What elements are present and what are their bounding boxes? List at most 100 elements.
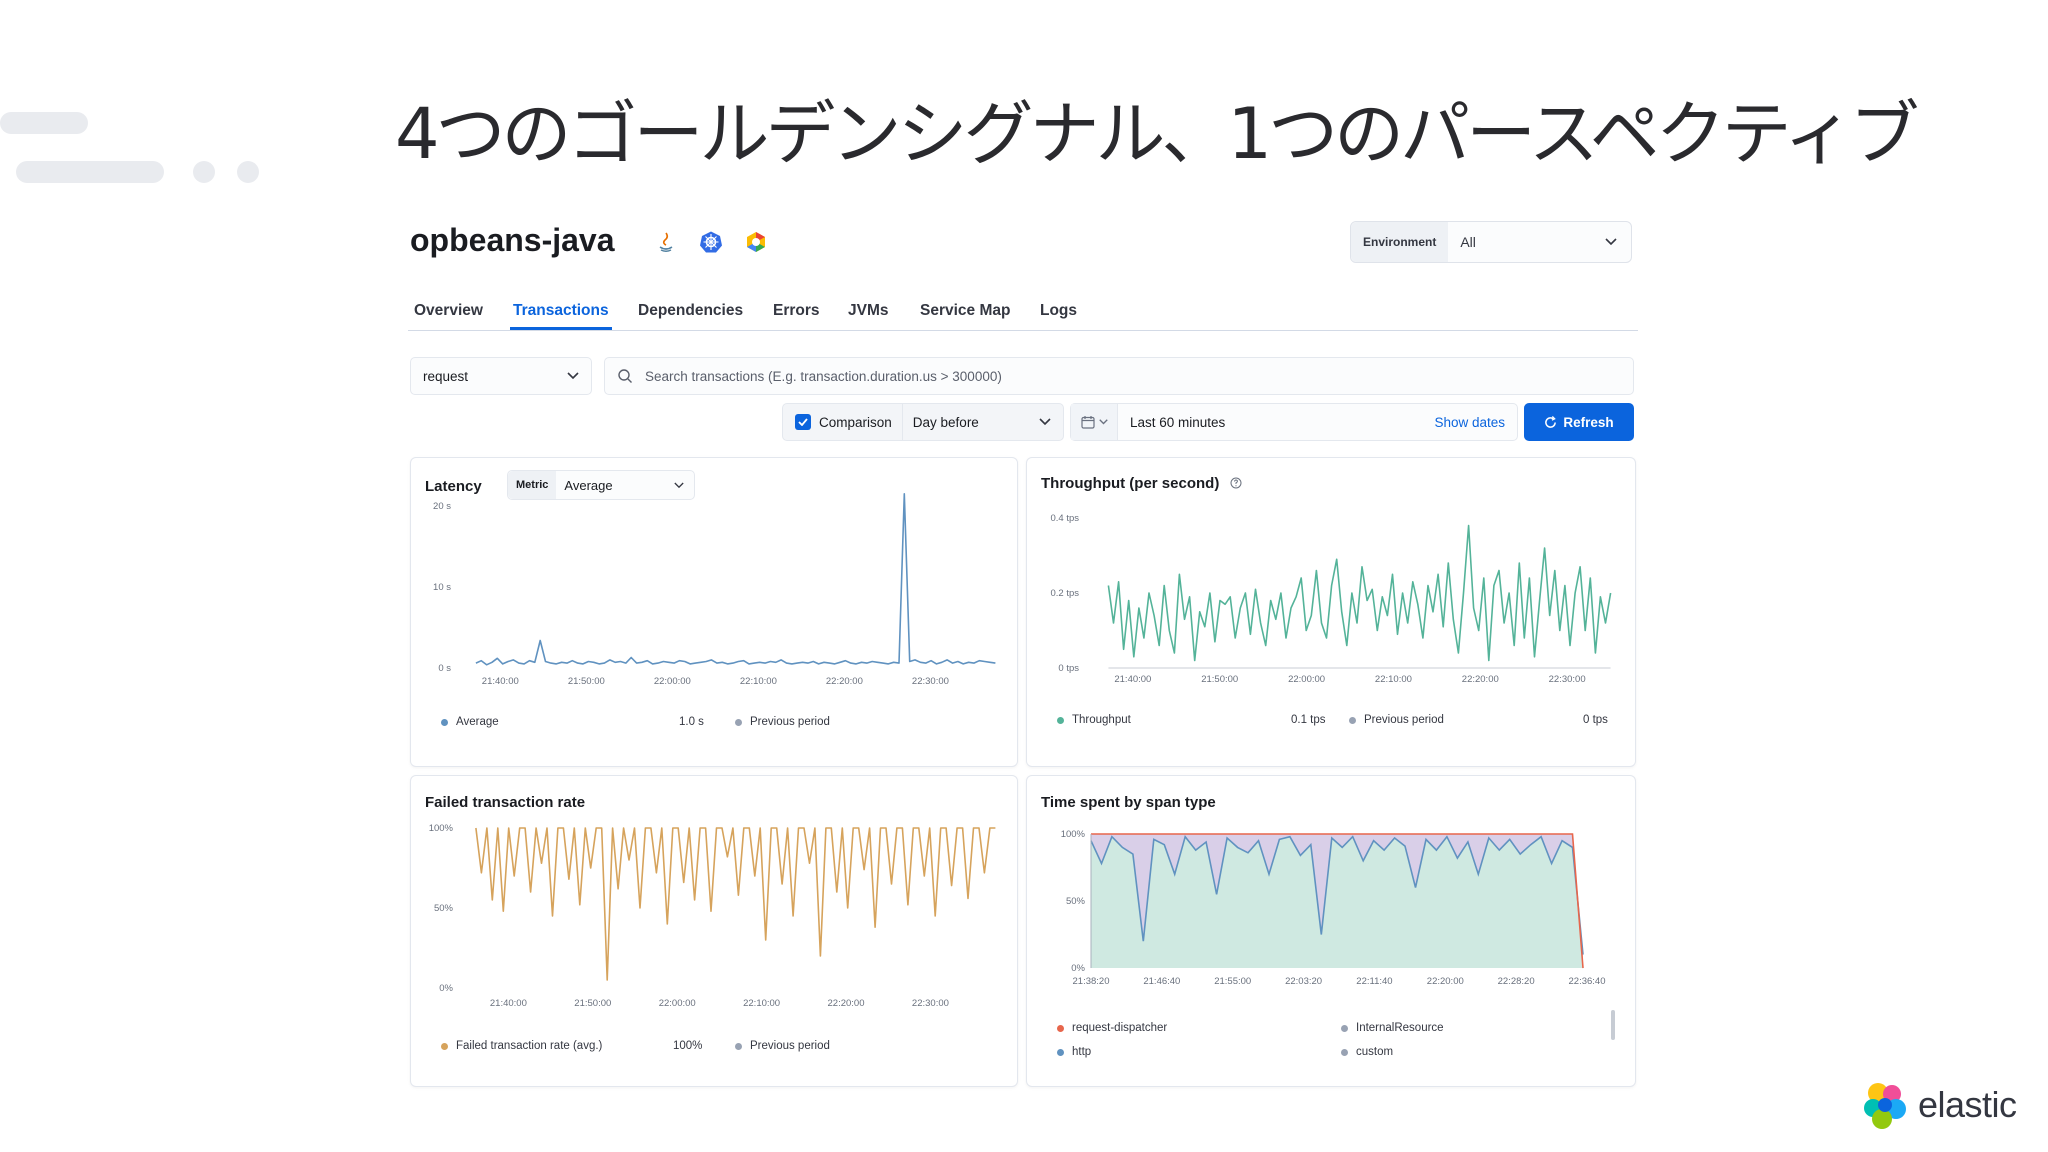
gcp-icon bbox=[747, 232, 765, 252]
tab-dependencies[interactable]: Dependencies bbox=[638, 302, 743, 320]
y-tick-label: 100% bbox=[429, 823, 454, 834]
chevron-down-icon bbox=[1098, 419, 1108, 425]
series-line-failed bbox=[475, 827, 996, 981]
legend-label: Previous period bbox=[750, 716, 830, 728]
time-range-text[interactable]: Last 60 minutes bbox=[1130, 415, 1225, 430]
y-tick-label: 0.4 tps bbox=[1050, 513, 1079, 524]
series-line-latency bbox=[475, 492, 996, 666]
check-icon bbox=[798, 418, 808, 426]
tab-overview[interactable]: Overview bbox=[414, 302, 483, 320]
refresh-button[interactable]: Refresh bbox=[1524, 403, 1634, 441]
legend-swatch bbox=[1341, 1048, 1348, 1056]
elastic-logo-text: elastic bbox=[1918, 1084, 2017, 1125]
kubernetes-icon bbox=[700, 231, 722, 253]
legend-scrollbar[interactable] bbox=[1611, 1010, 1615, 1040]
legend-average-value: 1.0 s bbox=[679, 716, 704, 728]
legend-throughput: Throughput bbox=[1057, 714, 1131, 726]
elastic-logo-icon bbox=[1864, 1083, 1906, 1129]
comparison-label: Comparison bbox=[819, 414, 892, 430]
legend-label: custom bbox=[1356, 1046, 1394, 1058]
x-tick-label: 22:20:00 bbox=[828, 998, 865, 1009]
date-picker: Last 60 minutes Show dates bbox=[1070, 403, 1518, 441]
x-tick-label: 22:30:00 bbox=[912, 676, 949, 687]
y-tick-label: 50% bbox=[434, 903, 454, 914]
tab-transactions[interactable]: Transactions bbox=[513, 302, 609, 320]
x-tick-label: 22:36:40 bbox=[1569, 976, 1606, 987]
x-tick-label: 21:50:00 bbox=[1201, 674, 1238, 685]
slide-decoration-dot-1 bbox=[193, 161, 215, 183]
legend-throughput-value: 0.1 tps bbox=[1291, 714, 1326, 726]
legend-failed-rate: Failed transaction rate (avg.) bbox=[441, 1040, 602, 1052]
search-input[interactable] bbox=[643, 367, 1633, 385]
y-tick-label: 0 s bbox=[438, 663, 451, 674]
legend-label: InternalResource bbox=[1356, 1022, 1444, 1034]
legend-previous-period: Previous period bbox=[735, 1040, 830, 1052]
y-tick-label: 50% bbox=[1066, 896, 1086, 907]
refresh-icon bbox=[1545, 415, 1557, 428]
x-tick-label: 21:38:20 bbox=[1073, 976, 1110, 987]
legend-swatch bbox=[1057, 1024, 1064, 1032]
comparison-select[interactable]: Day before bbox=[913, 415, 1039, 430]
environment-select[interactable]: Environment All bbox=[1350, 221, 1632, 263]
tab-jvms[interactable]: JVMs bbox=[848, 302, 889, 320]
legend-swatch bbox=[441, 718, 448, 726]
quick-select-button[interactable] bbox=[1071, 404, 1118, 440]
series-line-throughput bbox=[1107, 524, 1612, 662]
y-tick-label: 0 tps bbox=[1058, 663, 1079, 674]
legend-swatch bbox=[1341, 1024, 1348, 1032]
tab-logs[interactable]: Logs bbox=[1040, 302, 1077, 320]
legend-label: Previous period bbox=[1364, 714, 1444, 726]
legend-swatch bbox=[1057, 716, 1064, 724]
x-tick-label: 21:40:00 bbox=[482, 676, 519, 687]
legend-previous-value: 0 tps bbox=[1583, 714, 1608, 726]
legend-label: Failed transaction rate (avg.) bbox=[456, 1040, 603, 1052]
legend-label: http bbox=[1072, 1046, 1092, 1058]
y-tick-label: 0% bbox=[439, 983, 453, 994]
divider bbox=[901, 404, 903, 440]
x-tick-label: 21:40:00 bbox=[1114, 674, 1151, 685]
comparison-control: Comparison Day before bbox=[782, 403, 1064, 441]
environment-value: All bbox=[1460, 234, 1476, 250]
apm-service-view: opbeans-java Environment All Overview Tr… bbox=[408, 210, 1638, 1090]
x-tick-label: 21:55:00 bbox=[1214, 976, 1251, 987]
legend-swatch bbox=[735, 718, 742, 726]
chevron-down-icon bbox=[1605, 238, 1617, 246]
legend-request-dispatcher: request-dispatcher bbox=[1057, 1022, 1167, 1034]
slide-decoration-dot-2 bbox=[237, 161, 259, 183]
x-tick-label: 22:30:00 bbox=[912, 998, 949, 1009]
span-type-panel: Time spent by span type 0% 50% 100% 21:38:2… bbox=[1026, 775, 1636, 1087]
legend-label: Previous period bbox=[750, 1040, 830, 1052]
slide-title: 4つのゴールデンシグナル、1つのパースペクティブ bbox=[395, 93, 1919, 175]
x-tick-label: 22:00:00 bbox=[1288, 674, 1325, 685]
legend-swatch bbox=[1057, 1048, 1064, 1056]
calendar-icon bbox=[1080, 416, 1095, 429]
x-tick-label: 21:50:00 bbox=[574, 998, 611, 1009]
x-tick-label: 22:30:00 bbox=[1549, 674, 1586, 685]
legend-label: request-dispatcher bbox=[1072, 1022, 1168, 1034]
legend-label: Average bbox=[456, 716, 499, 728]
tab-service-map[interactable]: Service Map bbox=[920, 302, 1010, 320]
environment-label: Environment bbox=[1351, 222, 1449, 262]
latency-chart: 0 s 10 s 20 s 21:40:00 21:50:00 22:00:00 22:10… bbox=[433, 492, 996, 687]
throughput-panel: Throughput (per second) 0 tps 0.2 tps 0.4 … bbox=[1026, 457, 1636, 767]
y-tick-label: 0.2 tps bbox=[1050, 588, 1079, 599]
legend-average: Average bbox=[441, 716, 499, 728]
legend-swatch bbox=[441, 1042, 448, 1050]
transaction-type-select[interactable]: request bbox=[410, 357, 592, 395]
x-tick-label: 22:20:00 bbox=[1462, 674, 1499, 685]
comparison-checkbox[interactable] bbox=[795, 414, 811, 430]
java-icon bbox=[659, 232, 673, 252]
elastic-logo: elastic bbox=[1858, 1078, 2017, 1132]
y-tick-label: 0% bbox=[1071, 963, 1085, 974]
refresh-label: Refresh bbox=[1563, 414, 1614, 430]
x-tick-label: 21:50:00 bbox=[568, 676, 605, 687]
latency-panel: Latency Metric Average 0 s 10 s 20 s 21:40:… bbox=[410, 457, 1018, 767]
tab-errors[interactable]: Errors bbox=[773, 302, 820, 320]
x-tick-label: 22:28:20 bbox=[1498, 976, 1535, 987]
show-dates-link[interactable]: Show dates bbox=[1434, 415, 1505, 430]
active-tab-indicator bbox=[510, 327, 612, 330]
legend-previous-period: Previous period bbox=[1349, 714, 1444, 726]
x-tick-label: 22:03:20 bbox=[1285, 976, 1322, 987]
area-fill-base bbox=[1091, 836, 1583, 968]
legend-custom: custom bbox=[1341, 1046, 1393, 1058]
